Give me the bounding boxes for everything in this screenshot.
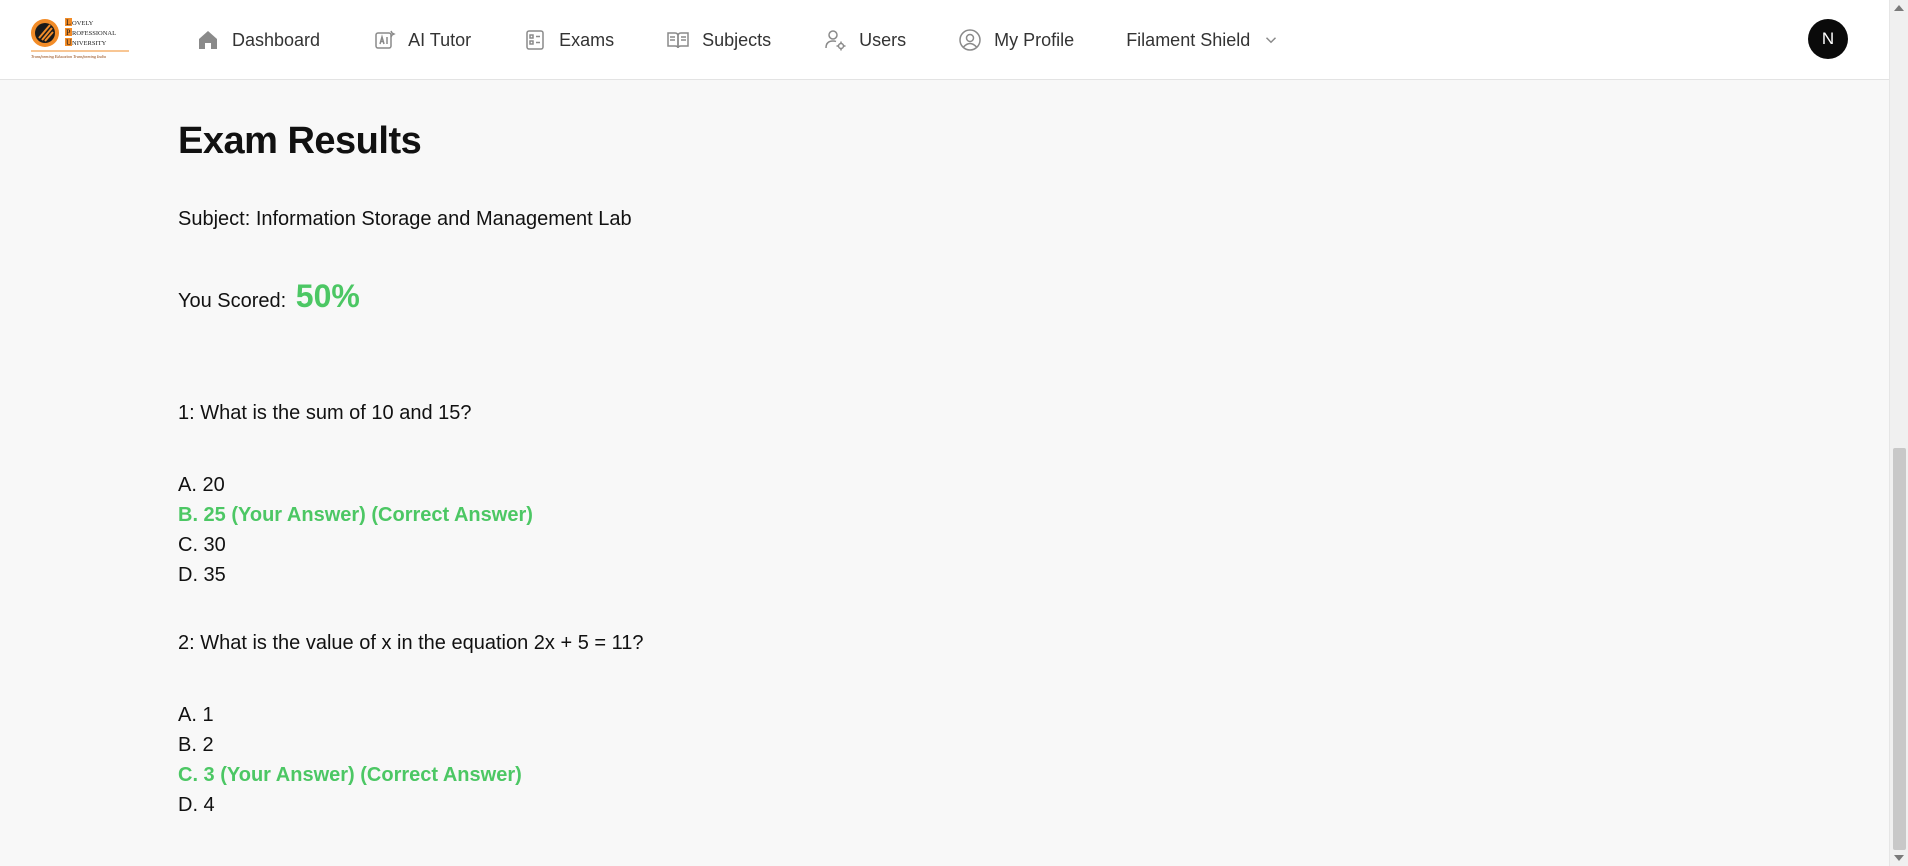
score-line: You Scored: 50% — [178, 278, 360, 315]
nav-dashboard[interactable]: Dashboard — [196, 0, 320, 80]
home-icon — [199, 31, 217, 49]
question-1-options: A. 20 B. 25 (Your Answer) (Correct Answe… — [178, 470, 533, 590]
nav-ai-tutor[interactable]: AI Tutor — [372, 0, 471, 80]
svg-text:OVELY: OVELY — [72, 20, 94, 27]
question-2-options: A. 1 B. 2 C. 3 (Your Answer) (Correct An… — [178, 700, 522, 820]
option-1c: C. 30 — [178, 534, 226, 556]
svg-text:NIVERSITY: NIVERSITY — [72, 40, 107, 47]
option-2c-correct: C. 3 (Your Answer) (Correct Answer) — [178, 764, 522, 786]
nav-ai-tutor-label: AI Tutor — [408, 29, 472, 50]
nav-filament-shield-label: Filament Shield — [1126, 29, 1251, 50]
nav-my-profile-label: My Profile — [994, 29, 1075, 50]
exam-icon — [526, 30, 544, 50]
score-label: You Scored: — [178, 290, 287, 312]
nav-users-label: Users — [859, 29, 907, 50]
question-2-text: 2: What is the value of x in the equatio… — [178, 632, 644, 654]
question-1-text: 1: What is the sum of 10 and 15? — [178, 402, 472, 424]
option-1a: A. 20 — [178, 474, 225, 496]
top-navbar: L OVELY P ROFESSIONAL U NIVERSITY Transf… — [0, 0, 1889, 80]
book-icon — [667, 32, 689, 49]
user-avatar[interactable]: N — [1808, 19, 1848, 59]
nav-subjects[interactable]: Subjects — [666, 0, 771, 80]
svg-text:P: P — [66, 28, 71, 37]
scroll-up-arrow[interactable] — [1894, 5, 1904, 11]
page-title: Exam Results — [178, 120, 422, 162]
option-1b-correct: B. 25 (Your Answer) (Correct Answer) — [178, 504, 533, 526]
option-2d: D. 4 — [178, 794, 215, 816]
option-2b: B. 2 — [178, 734, 214, 756]
nav-dashboard-label: Dashboard — [232, 29, 321, 50]
nav-exams-label: Exams — [559, 29, 615, 50]
user-circle-icon — [959, 29, 981, 51]
main-nav: Dashboard AI Tutor Exams Subjects Users … — [196, 0, 1332, 80]
nav-my-profile[interactable]: My Profile — [958, 0, 1074, 80]
scroll-down-arrow[interactable] — [1894, 855, 1904, 861]
university-logo[interactable]: L OVELY P ROFESSIONAL U NIVERSITY Transf… — [30, 14, 130, 62]
svg-text:L: L — [66, 18, 71, 27]
option-2a: A. 1 — [178, 704, 214, 726]
page-scrollbar[interactable] — [1889, 0, 1908, 866]
nav-exams[interactable]: Exams — [523, 0, 614, 80]
option-1d: D. 35 — [178, 564, 226, 586]
users-gear-icon — [825, 30, 846, 51]
nav-subjects-label: Subjects — [702, 29, 772, 50]
nav-filament-shield-dropdown[interactable]: Filament Shield — [1126, 0, 1280, 80]
ai-icon — [375, 30, 396, 49]
svg-text:Transforming Education Transfo: Transforming Education Transforming Indi… — [31, 54, 106, 59]
scroll-thumb[interactable] — [1893, 448, 1906, 850]
subject-line: Subject: Information Storage and Managem… — [178, 208, 632, 230]
score-value: 50% — [295, 278, 360, 314]
nav-users[interactable]: Users — [823, 0, 906, 80]
chevron-down-icon — [1266, 37, 1277, 44]
svg-text:ROFESSIONAL: ROFESSIONAL — [72, 30, 116, 37]
